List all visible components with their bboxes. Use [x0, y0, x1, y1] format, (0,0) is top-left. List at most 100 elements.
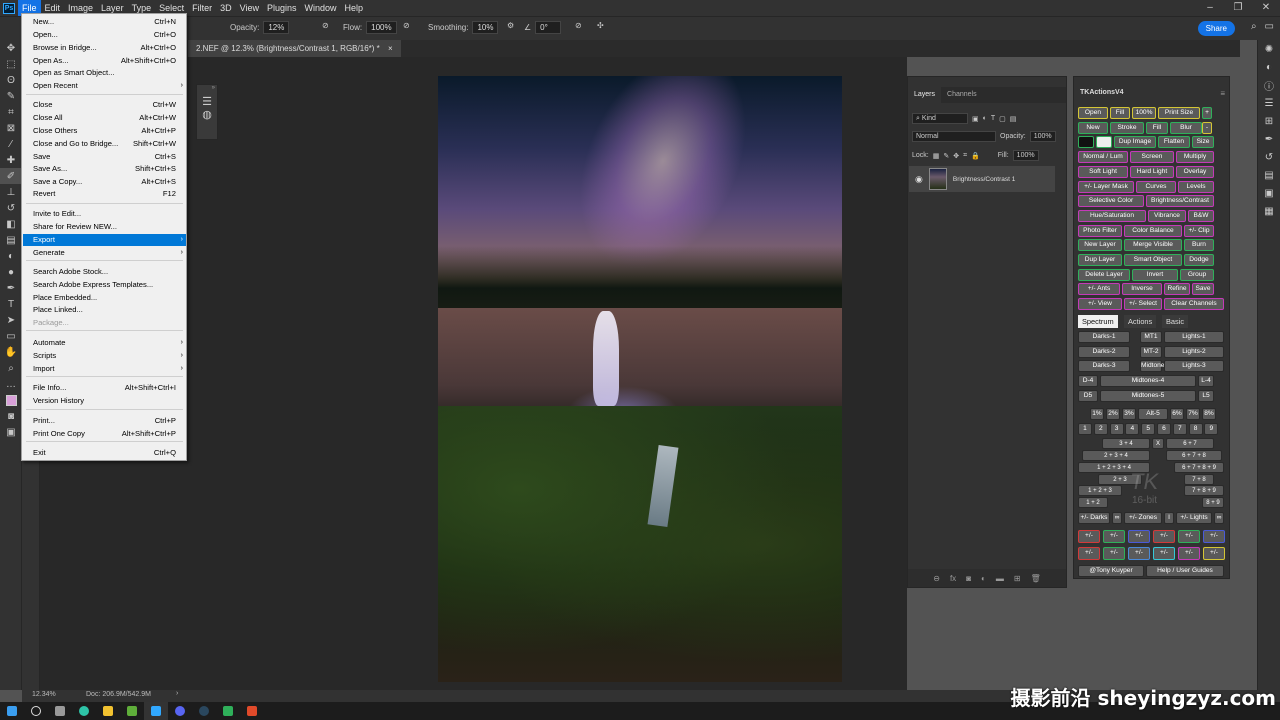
- tk-action-button[interactable]: Delete Layer: [1078, 268, 1130, 281]
- tk-credit-button[interactable]: @Tony Kuyper: [1078, 565, 1144, 577]
- eraser-tool-icon[interactable]: ◧: [0, 216, 22, 232]
- document-image[interactable]: [438, 76, 842, 682]
- app-green-icon[interactable]: [216, 702, 240, 720]
- tk-action-button[interactable]: Brightness/Contrast: [1146, 195, 1214, 208]
- tk-zone-toggle[interactable]: +/- Lights: [1176, 512, 1212, 524]
- file-menu-item[interactable]: Browse in Bridge... Alt+Ctrl+O: [23, 42, 186, 54]
- tk-action-button[interactable]: Fill: [1110, 107, 1130, 119]
- menu-plugins[interactable]: Plugins: [263, 0, 301, 16]
- tk-action-button[interactable]: Normal / Lum: [1078, 151, 1128, 164]
- file-menu-item[interactable]: Place Embedded...: [23, 292, 186, 304]
- tk-action-button[interactable]: Inverse: [1122, 283, 1162, 296]
- tk-luminosity-button[interactable]: L-4: [1198, 375, 1214, 388]
- angle-control[interactable]: ∠ 0°: [524, 21, 562, 34]
- discord-icon[interactable]: [168, 702, 192, 720]
- tk-luminosity-button[interactable]: Darks-3: [1078, 360, 1130, 373]
- tk-percent-button[interactable]: 3%: [1122, 408, 1136, 420]
- file-menu-item[interactable]: Save Ctrl+S: [23, 151, 186, 163]
- tab-layers[interactable]: Layers: [908, 87, 942, 103]
- tk-channel-toggle[interactable]: +/-: [1128, 547, 1150, 560]
- tk-zone-combo-button[interactable]: 6 + 7: [1166, 438, 1214, 449]
- tk-action-button[interactable]: Dodge: [1184, 254, 1214, 266]
- layer-comps-icon[interactable]: ▤: [1258, 166, 1280, 184]
- collapse-icon[interactable]: »: [197, 85, 217, 95]
- tab-close-icon[interactable]: ×: [388, 44, 393, 53]
- brush-settings-icon[interactable]: ◍: [197, 108, 217, 121]
- tk-zone-toggle[interactable]: ∞: [1112, 512, 1122, 524]
- tk-channel-toggle[interactable]: +/-: [1203, 547, 1225, 560]
- panel-menu-icon[interactable]: ≡: [1220, 89, 1225, 98]
- tk-luminosity-button[interactable]: Midtones-4: [1100, 375, 1196, 388]
- file-explorer-icon[interactable]: [96, 702, 120, 720]
- tk-action-button[interactable]: Size: [1192, 136, 1214, 149]
- tk-action-button[interactable]: Multiply: [1176, 151, 1214, 164]
- tk-channel-toggle[interactable]: +/-: [1153, 547, 1175, 560]
- tk-zone-button[interactable]: 6: [1157, 423, 1171, 435]
- menu-window[interactable]: Window: [301, 0, 341, 16]
- zoom-level[interactable]: 12.34%: [32, 691, 56, 698]
- tk-zone-combo-button[interactable]: 6 + 7 + 8 + 9: [1174, 462, 1224, 473]
- tk-luminosity-button[interactable]: L5: [1198, 389, 1214, 402]
- properties-panel-icon[interactable]: ☰: [1258, 94, 1280, 112]
- swatches-icon[interactable]: ▦: [1258, 202, 1280, 220]
- tk-zone-combo-button[interactable]: 8 + 9: [1202, 497, 1224, 508]
- tk-percent-button[interactable]: 6%: [1170, 408, 1184, 420]
- tk-action-button[interactable]: Hard Light: [1130, 165, 1174, 178]
- shape-tool-icon[interactable]: ▭: [0, 328, 22, 344]
- filter-smart-icon[interactable]: ▤: [1010, 115, 1017, 123]
- pressure-size-icon[interactable]: ⊘: [575, 21, 582, 30]
- hand-tool-icon[interactable]: ✋: [0, 344, 22, 360]
- tk-zone-combo-button[interactable]: 1 + 2 + 3: [1078, 485, 1122, 496]
- tk-action-button[interactable]: Refine: [1164, 283, 1190, 296]
- smoothing-input[interactable]: 10%: [472, 21, 499, 34]
- tk-action-button[interactable]: +/- Select: [1124, 298, 1162, 311]
- tk-zone-button[interactable]: 2: [1093, 423, 1108, 435]
- lock-transparent-icon[interactable]: ▦: [933, 152, 940, 160]
- blend-mode-select[interactable]: Normal: [912, 131, 996, 142]
- file-menu-item[interactable]: Scripts ›: [23, 350, 186, 362]
- tk-luminosity-button[interactable]: MT1: [1140, 331, 1162, 343]
- stamp-tool-icon[interactable]: ⊥: [0, 184, 22, 200]
- tk-zone-button[interactable]: 5: [1141, 423, 1156, 435]
- photoshop-icon[interactable]: Ps: [0, 0, 18, 16]
- tk-zone-toggle[interactable]: +/- Zones: [1124, 512, 1162, 524]
- tk-channel-toggle[interactable]: +/-: [1103, 547, 1125, 560]
- tk-zone-combo-button[interactable]: 2 + 3 + 4: [1082, 450, 1150, 461]
- windows-start-icon[interactable]: [0, 702, 24, 720]
- tk-zone-button[interactable]: 8: [1188, 423, 1203, 435]
- history-panel-icon[interactable]: ↺: [1258, 148, 1280, 166]
- status-menu-icon[interactable]: ›: [176, 690, 178, 697]
- tk-channel-toggle[interactable]: +/-: [1178, 530, 1200, 543]
- tk-zone-toggle[interactable]: I: [1164, 512, 1174, 524]
- menu-3d[interactable]: 3D: [216, 0, 236, 16]
- tk-zone-combo-button[interactable]: 1 + 2: [1078, 497, 1108, 508]
- channels-panel-icon[interactable]: ⊞: [1258, 112, 1280, 130]
- tk-action-button[interactable]: Curves: [1136, 180, 1176, 193]
- tk-percent-button[interactable]: 1%: [1090, 408, 1104, 420]
- file-menu-item[interactable]: Automate ›: [23, 337, 186, 349]
- lasso-tool-icon[interactable]: ʘ: [0, 72, 22, 88]
- layer-name[interactable]: Brightness/Contrast 1: [953, 176, 1016, 183]
- tk-zone-button[interactable]: 4: [1125, 423, 1140, 435]
- tk-percent-button[interactable]: 8%: [1202, 408, 1216, 420]
- tk-luminosity-button[interactable]: D-4: [1078, 375, 1098, 388]
- filter-adjust-icon[interactable]: ◐: [983, 115, 987, 122]
- file-menu-item[interactable]: Revert F12: [23, 188, 186, 200]
- tk-channel-toggle[interactable]: +/-: [1203, 530, 1225, 543]
- marquee-tool-icon[interactable]: ⬚: [0, 56, 22, 72]
- tk-luminosity-button[interactable]: MT-2: [1140, 345, 1162, 358]
- tk-action-button[interactable]: Color Balance: [1124, 224, 1182, 237]
- frame-tool-icon[interactable]: ⊠: [0, 120, 22, 136]
- layer-opacity-input[interactable]: 100%: [1029, 131, 1056, 142]
- group-icon[interactable]: ▬: [996, 574, 1004, 583]
- file-menu-item[interactable]: Search Adobe Stock...: [23, 266, 186, 278]
- pressure-icon[interactable]: ⊘: [403, 21, 410, 30]
- tk-action-button[interactable]: Save: [1192, 283, 1214, 296]
- brush-tool-icon[interactable]: ✐: [0, 168, 22, 184]
- tk-action-button[interactable]: Open: [1078, 107, 1108, 119]
- lock-position-icon[interactable]: ✥: [953, 152, 959, 160]
- tk-action-button[interactable]: Burn: [1184, 239, 1214, 252]
- restore-icon[interactable]: ❐: [1224, 0, 1252, 16]
- filter-shape-icon[interactable]: ▢: [999, 115, 1006, 123]
- tk-action-button[interactable]: Dup Image: [1114, 136, 1156, 149]
